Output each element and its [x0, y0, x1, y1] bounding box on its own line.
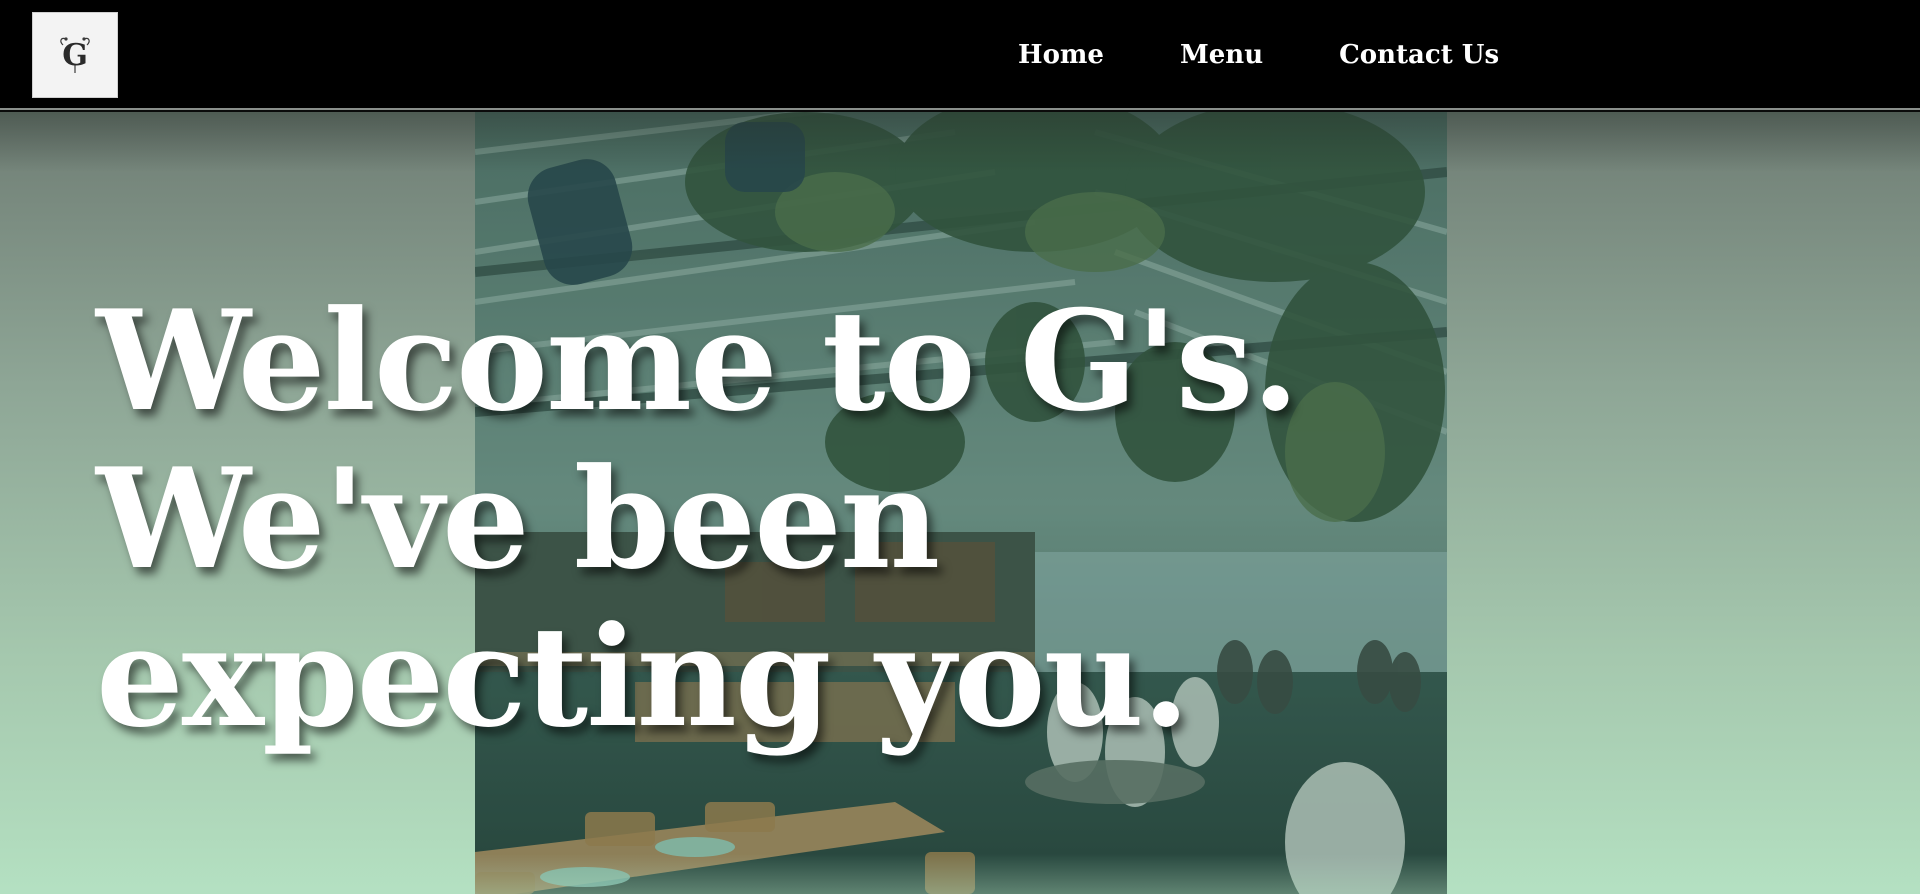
logo[interactable]: G — [32, 12, 118, 98]
nav-links: Home Menu Contact Us — [1000, 0, 1575, 110]
navbar: G Home Menu Contact Us — [0, 0, 1920, 110]
hero-headline-line-1: Welcome to G's. — [96, 279, 1300, 442]
page: G Home Menu Contact Us Welcome to G's. W… — [0, 0, 1920, 894]
hero-bottom-glow — [0, 854, 1920, 894]
hero-section: Welcome to G's. We've been expecting you… — [0, 112, 1920, 894]
hero-headline-line-3: expecting you. — [96, 595, 1190, 758]
logo-letter: G — [62, 37, 88, 73]
nav-link-contact-us[interactable]: Contact Us — [1339, 40, 1499, 70]
nav-link-home[interactable]: Home — [1018, 40, 1104, 70]
hero-top-shade — [0, 112, 1920, 172]
nav-link-menu[interactable]: Menu — [1180, 40, 1263, 70]
floral-g-monogram-icon: G — [55, 35, 95, 75]
hero-headline-line-2: We've been — [96, 437, 940, 600]
hero-headline: Welcome to G's. We've been expecting you… — [96, 279, 1300, 758]
